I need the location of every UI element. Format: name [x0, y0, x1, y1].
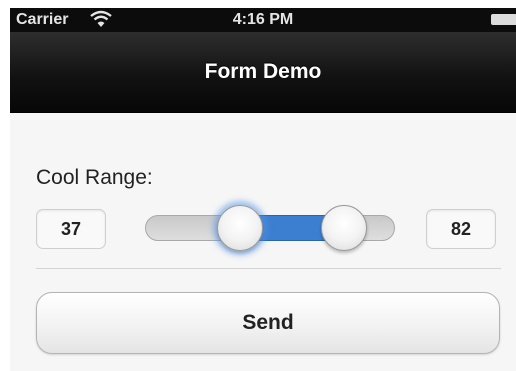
app-screen: Carrier 4:16 PM Form Demo Cool Range: 37…: [10, 8, 516, 371]
battery-icon: [491, 14, 516, 25]
form-content: Cool Range: 37 82 Send: [10, 113, 516, 371]
status-time: 4:16 PM: [232, 11, 294, 28]
range-max-value: 82: [426, 209, 496, 249]
range-slider-low-thumb[interactable]: [217, 205, 264, 251]
range-min-value: 37: [36, 209, 106, 249]
range-label: Cool Range:: [36, 166, 153, 189]
range-slider-high-thumb[interactable]: [320, 205, 367, 251]
page-title: Form Demo: [204, 60, 322, 83]
navigation-bar: Form Demo: [10, 32, 516, 113]
status-bar: Carrier 4:16 PM: [10, 8, 516, 32]
send-button[interactable]: Send: [36, 292, 500, 354]
divider: [36, 268, 501, 269]
